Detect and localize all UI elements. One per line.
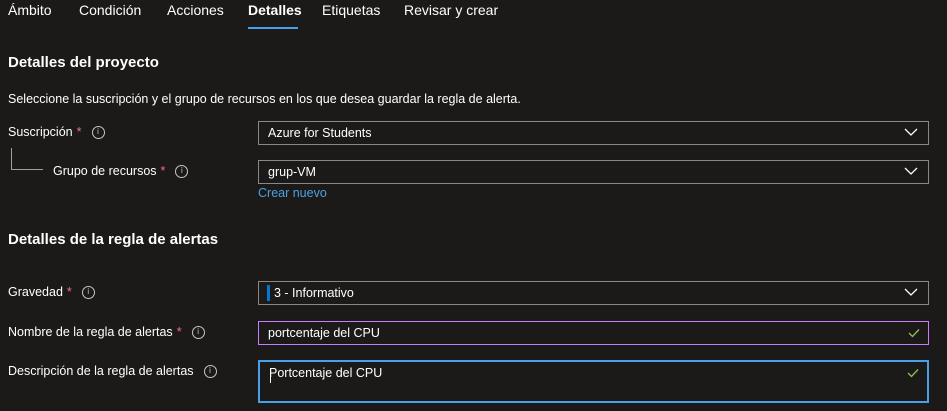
tab-actions[interactable]: Acciones	[167, 2, 224, 18]
project-details-heading: Detalles del proyecto	[8, 54, 159, 71]
tab-condition[interactable]: Condición	[79, 2, 141, 18]
project-details-description: Seleccione la suscripción y el grupo de …	[8, 92, 521, 106]
required-marker: *	[160, 164, 166, 178]
active-tab-indicator	[248, 27, 298, 29]
subscription-label: Suscripción * i	[8, 125, 105, 139]
rule-description-label-text: Descripción de la regla de alertas	[8, 364, 194, 378]
rule-name-value: portcentaje del CPU	[268, 326, 380, 340]
info-icon[interactable]: i	[203, 364, 217, 378]
resource-group-label: Grupo de recursos * i	[53, 164, 189, 178]
severity-value: 3 - Informativo	[274, 286, 354, 300]
rule-description-value: Portcentaje del CPU	[269, 366, 383, 380]
subscription-value: Azure for Students	[268, 126, 372, 140]
rule-name-label-text: Nombre de la regla de alertas	[8, 325, 173, 339]
resource-group-label-text: Grupo de recursos	[53, 164, 157, 178]
subscription-label-text: Suscripción	[8, 125, 73, 139]
rule-description-label: Descripción de la regla de alertas i	[8, 364, 217, 378]
checkmark-icon	[907, 369, 919, 378]
severity-label: Gravedad * i	[8, 285, 95, 299]
subscription-dropdown[interactable]: Azure for Students	[258, 121, 929, 145]
severity-label-text: Gravedad	[8, 285, 63, 299]
chevron-down-icon	[904, 288, 918, 296]
wizard-tabs: Ámbito Condición Acciones Detalles Etiqu…	[0, 0, 947, 30]
tab-review-create[interactable]: Revisar y crear	[404, 2, 498, 18]
tab-scope[interactable]: Ámbito	[8, 2, 52, 18]
tab-details[interactable]: Detalles	[248, 2, 302, 18]
info-icon[interactable]: i	[175, 164, 189, 178]
severity-color-bar	[267, 285, 270, 301]
checkmark-icon	[908, 329, 920, 338]
text-cursor	[270, 368, 271, 383]
chevron-down-icon	[904, 128, 918, 136]
resource-group-dropdown[interactable]: grup-VM	[258, 160, 929, 184]
severity-dropdown[interactable]: 3 - Informativo	[258, 281, 929, 305]
required-marker: *	[66, 285, 72, 299]
tree-connector-vertical	[11, 148, 12, 170]
tab-tags[interactable]: Etiquetas	[322, 2, 380, 18]
rule-name-input[interactable]: portcentaje del CPU	[258, 321, 929, 345]
chevron-down-icon	[904, 167, 918, 175]
rule-description-textarea[interactable]: Portcentaje del CPU	[258, 360, 929, 403]
info-icon[interactable]: i	[81, 285, 95, 299]
alert-rule-details-page: Ámbito Condición Acciones Detalles Etiqu…	[0, 0, 947, 411]
create-new-resource-group-link[interactable]: Crear nuevo	[258, 186, 327, 200]
info-icon[interactable]: i	[191, 325, 205, 339]
resource-group-value: grup-VM	[268, 165, 316, 179]
rule-name-label: Nombre de la regla de alertas * i	[8, 325, 205, 339]
tree-connector-horizontal	[11, 169, 43, 170]
required-marker: *	[76, 125, 82, 139]
alert-rule-details-heading: Detalles de la regla de alertas	[8, 231, 219, 248]
required-marker: *	[176, 325, 182, 339]
info-icon[interactable]: i	[91, 125, 105, 139]
